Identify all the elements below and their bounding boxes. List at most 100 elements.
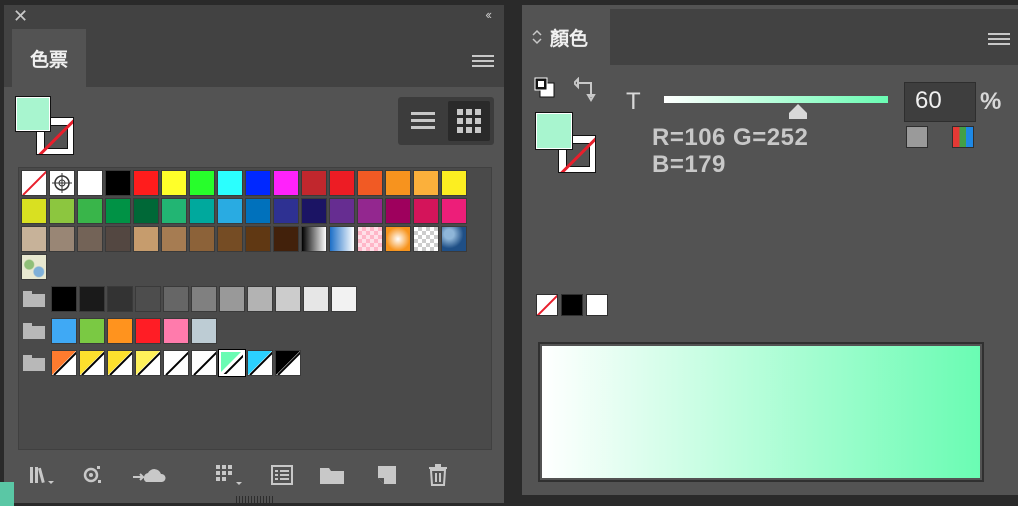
- pattern-swatch[interactable]: [357, 226, 383, 252]
- tab-arrows-icon[interactable]: [532, 29, 542, 45]
- color-swatch[interactable]: [77, 198, 103, 224]
- spot-color-swatch[interactable]: [163, 350, 189, 376]
- color-swatch[interactable]: [275, 286, 301, 312]
- tint-slider-track[interactable]: [664, 96, 888, 103]
- color-swatch[interactable]: [413, 198, 439, 224]
- color-swatch[interactable]: [191, 318, 217, 344]
- color-swatch[interactable]: [79, 318, 105, 344]
- color-swatch[interactable]: [77, 226, 103, 252]
- color-swatch[interactable]: [51, 318, 77, 344]
- gradient-swatch[interactable]: [329, 226, 355, 252]
- swatch-kinds-icon[interactable]: [80, 463, 108, 487]
- spot-color-swatch[interactable]: [79, 350, 105, 376]
- grid-view-button[interactable]: [448, 101, 490, 141]
- collapse-icon[interactable]: ‹‹: [485, 7, 492, 22]
- spot-color-swatch[interactable]: [247, 350, 273, 376]
- color-swatch[interactable]: [135, 318, 161, 344]
- color-swatch[interactable]: [107, 286, 133, 312]
- tint-ramp[interactable]: [538, 342, 984, 482]
- color-swatch[interactable]: [51, 286, 77, 312]
- color-swatch[interactable]: [79, 286, 105, 312]
- gradient-swatch[interactable]: [385, 226, 411, 252]
- panel-menu-icon[interactable]: [472, 51, 494, 71]
- fill-swatch[interactable]: [15, 96, 51, 132]
- color-swatch[interactable]: [245, 198, 271, 224]
- panel-menu-icon[interactable]: [988, 29, 1010, 49]
- fill-swatch[interactable]: [535, 112, 573, 150]
- cloud-sync-icon[interactable]: [132, 463, 170, 487]
- library-icon[interactable]: [28, 463, 56, 487]
- color-swatch[interactable]: [105, 198, 131, 224]
- folder-icon[interactable]: [23, 323, 45, 339]
- color-swatch[interactable]: [441, 198, 467, 224]
- color-swatch[interactable]: [357, 170, 383, 196]
- swatch-options-icon[interactable]: [214, 463, 242, 487]
- pattern-swatch[interactable]: [21, 254, 47, 280]
- color-swatch[interactable]: [245, 226, 271, 252]
- spot-color-swatch[interactable]: [191, 350, 217, 376]
- trash-icon[interactable]: [424, 463, 452, 487]
- color-swatch[interactable]: [105, 226, 131, 252]
- color-swatch[interactable]: [189, 226, 215, 252]
- tint-slider-thumb[interactable]: [789, 104, 808, 119]
- tint-percent-input[interactable]: 60: [904, 82, 976, 122]
- spot-color-swatch[interactable]: [51, 350, 77, 376]
- color-swatch[interactable]: [273, 170, 299, 196]
- color-swatch[interactable]: [301, 170, 327, 196]
- color-swatch[interactable]: [273, 226, 299, 252]
- color-swatch[interactable]: [133, 170, 159, 196]
- color-swatch[interactable]: [161, 226, 187, 252]
- color-swatch[interactable]: [331, 286, 357, 312]
- color-swatch[interactable]: [163, 318, 189, 344]
- grayscale-mode-icon[interactable]: [906, 126, 928, 148]
- color-swatch[interactable]: [217, 198, 243, 224]
- selected-spot-swatch[interactable]: [218, 349, 246, 377]
- color-swatch[interactable]: [441, 170, 467, 196]
- color-swatch[interactable]: [77, 170, 103, 196]
- resize-grip[interactable]: [236, 496, 274, 503]
- color-swatch[interactable]: [189, 198, 215, 224]
- black-color-button[interactable]: [561, 294, 583, 316]
- color-swatch[interactable]: [21, 198, 47, 224]
- tab-swatches[interactable]: 色票: [12, 29, 86, 87]
- spot-color-swatch[interactable]: [107, 350, 133, 376]
- pattern-swatch[interactable]: [441, 226, 467, 252]
- color-swatch[interactable]: [303, 286, 329, 312]
- color-swatch[interactable]: [133, 198, 159, 224]
- color-swatch[interactable]: [161, 170, 187, 196]
- color-swatch[interactable]: [357, 198, 383, 224]
- new-swatch-icon[interactable]: [372, 463, 400, 487]
- color-swatch[interactable]: [49, 226, 75, 252]
- color-swatch[interactable]: [413, 170, 439, 196]
- rgb-mode-icon[interactable]: [952, 126, 974, 148]
- white-color-button[interactable]: [586, 294, 608, 316]
- color-swatch[interactable]: [191, 286, 217, 312]
- color-swatch[interactable]: [107, 318, 133, 344]
- color-swatch[interactable]: [105, 170, 131, 196]
- close-icon[interactable]: ✕: [13, 6, 28, 27]
- folder-icon[interactable]: [23, 291, 45, 307]
- color-swatch[interactable]: [385, 170, 411, 196]
- folder-icon[interactable]: [23, 355, 45, 371]
- spot-color-swatch[interactable]: [135, 350, 161, 376]
- list-icon[interactable]: [268, 463, 296, 487]
- spot-color-swatch[interactable]: [275, 350, 301, 376]
- color-swatch[interactable]: [21, 226, 47, 252]
- color-swatch[interactable]: [247, 286, 273, 312]
- color-swatch[interactable]: [161, 198, 187, 224]
- default-colors-icon[interactable]: [534, 77, 558, 101]
- color-swatch[interactable]: [217, 226, 243, 252]
- color-swatch[interactable]: [217, 170, 243, 196]
- none-swatch[interactable]: [21, 170, 47, 196]
- color-swatch[interactable]: [273, 198, 299, 224]
- color-swatch[interactable]: [49, 198, 75, 224]
- gradient-swatch[interactable]: [301, 226, 327, 252]
- color-swatch[interactable]: [385, 198, 411, 224]
- color-swatch[interactable]: [329, 170, 355, 196]
- color-swatch[interactable]: [245, 170, 271, 196]
- new-folder-icon[interactable]: [318, 463, 346, 487]
- color-swatch[interactable]: [219, 286, 245, 312]
- registration-swatch[interactable]: [49, 170, 75, 196]
- none-color-button[interactable]: [536, 294, 558, 316]
- color-swatch[interactable]: [163, 286, 189, 312]
